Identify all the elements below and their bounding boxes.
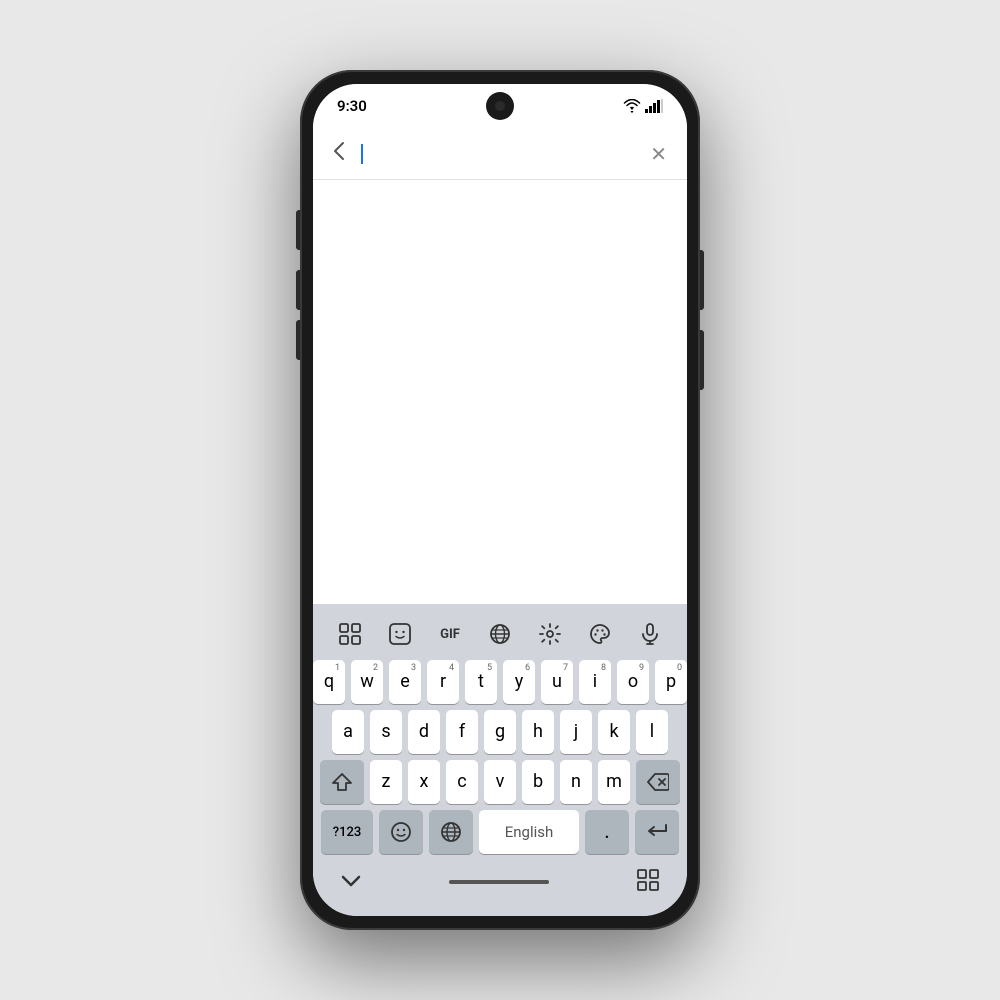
- period-label: .: [604, 822, 609, 843]
- keyboard-grid-button[interactable]: [637, 869, 659, 895]
- key-f[interactable]: f: [446, 710, 478, 754]
- chevron-down-button[interactable]: [341, 870, 361, 894]
- key-u[interactable]: 7u: [541, 660, 573, 704]
- key-h[interactable]: h: [522, 710, 554, 754]
- shift-icon: [332, 772, 352, 792]
- toolbar-mic[interactable]: [632, 616, 668, 652]
- phone-screen: 9:30: [313, 84, 687, 916]
- num-switch-key[interactable]: ?123: [321, 810, 373, 854]
- back-button[interactable]: [329, 137, 349, 171]
- search-bar[interactable]: ✕: [313, 128, 687, 180]
- home-indicator: [449, 880, 549, 884]
- emoji-key[interactable]: [379, 810, 423, 854]
- key-y[interactable]: 6y: [503, 660, 535, 704]
- key-i[interactable]: 8i: [579, 660, 611, 704]
- chevron-down-icon: [341, 875, 361, 889]
- palette-icon: [589, 623, 611, 645]
- key-r[interactable]: 4r: [427, 660, 459, 704]
- search-input[interactable]: [361, 136, 634, 172]
- keyboard-bottom-row: ?123: [317, 810, 683, 854]
- nav-bar: [317, 860, 683, 912]
- keyboard: GIF: [313, 604, 687, 916]
- toolbar-gif[interactable]: GIF: [432, 616, 468, 652]
- key-s[interactable]: s: [370, 710, 402, 754]
- toolbar-palette[interactable]: [582, 616, 618, 652]
- signal-icon: [645, 99, 663, 113]
- globe-key[interactable]: [429, 810, 473, 854]
- wifi-icon: [623, 99, 641, 113]
- key-e[interactable]: 3e: [389, 660, 421, 704]
- backspace-key[interactable]: [636, 760, 680, 804]
- main-content: [313, 180, 687, 604]
- sticker-icon: [389, 623, 411, 645]
- key-x[interactable]: x: [408, 760, 440, 804]
- settings-icon: [539, 623, 561, 645]
- key-l[interactable]: l: [636, 710, 668, 754]
- emoji-grid-icon: [339, 623, 361, 645]
- key-m[interactable]: m: [598, 760, 630, 804]
- gif-label: GIF: [440, 627, 460, 642]
- enter-key[interactable]: [635, 810, 679, 854]
- key-c[interactable]: c: [446, 760, 478, 804]
- key-a[interactable]: a: [332, 710, 364, 754]
- status-icons: [623, 99, 663, 113]
- text-cursor: [361, 144, 363, 164]
- key-j[interactable]: j: [560, 710, 592, 754]
- keyboard-grid-icon: [637, 869, 659, 891]
- key-b[interactable]: b: [522, 760, 554, 804]
- translate-icon: [489, 623, 511, 645]
- shift-key[interactable]: [320, 760, 364, 804]
- space-label: English: [505, 823, 554, 841]
- toolbar-settings[interactable]: [532, 616, 568, 652]
- key-q[interactable]: 1q: [313, 660, 345, 704]
- space-key[interactable]: English: [479, 810, 579, 854]
- camera-icon: [495, 101, 505, 111]
- key-v[interactable]: v: [484, 760, 516, 804]
- toolbar-translate[interactable]: [482, 616, 518, 652]
- key-o[interactable]: 9o: [617, 660, 649, 704]
- toolbar-emoji-grid[interactable]: [332, 616, 368, 652]
- notch: [486, 92, 514, 120]
- keyboard-row-2: a s d f g h j k l: [317, 710, 683, 754]
- toolbar-sticker[interactable]: [382, 616, 418, 652]
- key-n[interactable]: n: [560, 760, 592, 804]
- key-d[interactable]: d: [408, 710, 440, 754]
- backspace-icon: [647, 773, 669, 791]
- key-p[interactable]: 0p: [655, 660, 687, 704]
- key-z[interactable]: z: [370, 760, 402, 804]
- emoji-icon: [390, 821, 412, 843]
- status-bar: 9:30: [313, 84, 687, 128]
- period-key[interactable]: .: [585, 810, 629, 854]
- enter-icon: [646, 821, 668, 843]
- close-button[interactable]: ✕: [646, 138, 671, 170]
- status-time: 9:30: [337, 97, 367, 115]
- mic-icon: [639, 623, 661, 645]
- key-g[interactable]: g: [484, 710, 516, 754]
- keyboard-row-3: z x c v b n m: [317, 760, 683, 804]
- keyboard-row-1: 1q 2w 3e 4r 5t 6y 7u 8i 9o 0p: [317, 660, 683, 704]
- num-switch-label: ?123: [333, 825, 362, 840]
- phone-frame: 9:30: [300, 70, 700, 930]
- key-t[interactable]: 5t: [465, 660, 497, 704]
- key-w[interactable]: 2w: [351, 660, 383, 704]
- keyboard-toolbar: GIF: [317, 612, 683, 660]
- key-k[interactable]: k: [598, 710, 630, 754]
- globe-icon: [440, 821, 462, 843]
